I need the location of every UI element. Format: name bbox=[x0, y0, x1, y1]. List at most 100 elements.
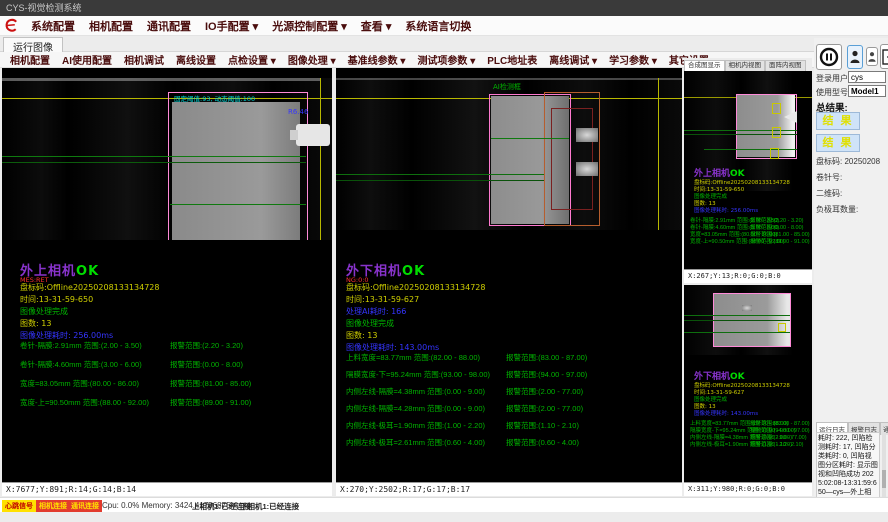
toolbar-button[interactable]: 图像处理 ▾ bbox=[282, 56, 342, 67]
reel-code-row: 盘标码: 20250208 bbox=[816, 156, 880, 167]
alarm-range: 报警范围:(0.60 - 4.00) bbox=[506, 437, 579, 454]
measurement-row: 宽度=83.05mm 范围:(80.00 - 86.00)报警范围:(81.00… bbox=[690, 230, 810, 237]
menu-item[interactable]: IO手配置 ▾ bbox=[198, 21, 265, 33]
ai-box-label: AI检测框 bbox=[493, 82, 521, 92]
pause-button[interactable] bbox=[816, 44, 842, 70]
toolbar-button[interactable]: 离线设置 bbox=[170, 56, 222, 67]
measurement-row: 内侧左线-隔膜=4.28mm 范围:(0.00 - 9.00)报警范围:(2.0… bbox=[346, 403, 678, 420]
exit-button[interactable] bbox=[880, 44, 888, 69]
elapsed-label: 图像处理耗时: 256.00ms bbox=[694, 206, 758, 214]
connector-clip-tail bbox=[290, 130, 298, 140]
measurement-list: 上料宽度=83.77mm 范围:(82.00 - 88.00)报警范围:(83.… bbox=[346, 352, 678, 454]
inspect-box-yellow-3 bbox=[770, 148, 779, 159]
menu-item[interactable]: 通讯配置 bbox=[140, 21, 198, 33]
process-status-label: 图像处理完成 bbox=[346, 318, 394, 329]
toolbar-button[interactable]: 离线调试 ▾ bbox=[543, 56, 603, 67]
measurement-value: 卷针-隔膜:4.60mm 范围:(3.00 - 6.00) bbox=[690, 223, 750, 230]
menu-item[interactable]: 相机配置 bbox=[82, 21, 140, 33]
comm-connect-badge: 通讯连接 bbox=[68, 500, 102, 512]
window-title: CYS-视觉检测系统 bbox=[6, 3, 82, 13]
menu-item[interactable]: 系统配置 bbox=[24, 21, 82, 33]
measurement-row: 内侧左线-极耳=2.61mm 范围:(0.60 - 4.00)报警范围:(0.6… bbox=[346, 437, 678, 454]
measurement-value: 内侧左线-极耳=2.61mm 范围:(0.60 - 4.00) bbox=[346, 437, 506, 454]
toolbar-button[interactable]: PLC地址表 bbox=[481, 56, 543, 67]
needle-number-label: 卷针号: bbox=[816, 172, 842, 183]
login-user-field[interactable] bbox=[848, 71, 886, 83]
pixel-coords-readout: X:267;Y:13;R:0;G:0;B:0 bbox=[684, 269, 812, 283]
process-status-label: 图像处理完成 bbox=[20, 306, 68, 317]
baseline-yellow-vertical bbox=[658, 78, 659, 230]
inspect-box-yellow-1 bbox=[772, 103, 781, 114]
status-bar: 心跳信号 相机连接 通讯连接 Cpu: 0.0% Memory: 3424.41… bbox=[0, 497, 888, 512]
measurement-value: 隔膜宽度-下=95.24mm 范围:(93.00 - 98.00) bbox=[346, 369, 506, 386]
measurement-row: 内侧左线-极耳=1.90mm 范围:(1.00 - 2.20)报警范围:(1.1… bbox=[346, 420, 678, 437]
baseline-yellow-vertical bbox=[320, 78, 321, 240]
image-top-strip bbox=[2, 78, 320, 81]
measurement-row: 隔膜宽度-下=95.24mm 范围:(93.00 - 98.00)报警范围:(9… bbox=[346, 369, 678, 386]
toolbar-button[interactable]: 学习参数 ▾ bbox=[603, 56, 663, 67]
measurement-list: 卷针-隔膜:2.91mm 范围:(2.00 - 3.50)报警范围:(2.20 … bbox=[690, 216, 810, 244]
toolbar-button[interactable]: 点检设置 ▾ bbox=[222, 56, 282, 67]
measure-line-green-3 bbox=[170, 204, 306, 205]
measurement-row: 内侧左线-隔膜=4.38mm 范围:(0.00 - 9.00)报警范围:(2.0… bbox=[690, 433, 810, 440]
toolbar-button[interactable]: 测试项参数 ▾ bbox=[411, 56, 481, 67]
metal-tab-spot bbox=[742, 305, 752, 311]
pixel-coords-readout: X:311;Y:980;R:0;G:0;B:0 bbox=[684, 482, 812, 496]
toolbar-button[interactable]: 相机配置 bbox=[4, 56, 56, 67]
alarm-range: 报警范围:(2.20 - 3.20) bbox=[750, 216, 804, 223]
menu-items: 系统配置相机配置通讯配置IO手配置 ▾光源控制配置 ▾查看 ▾系统语言切换 bbox=[24, 17, 478, 35]
negative-tab-count-label: 负极耳数量: bbox=[816, 204, 858, 215]
measurement-value: 内侧左线-极耳=1.90mm 范围:(1.00 - 2.20) bbox=[346, 420, 506, 437]
barcode-label: 盘标码:Offline20250208133134728 bbox=[346, 282, 485, 293]
measurement-row: 上料宽度=83.77mm 范围:(82.00 - 88.00)报警范围:(83.… bbox=[690, 419, 810, 426]
log-scrollbar[interactable] bbox=[882, 432, 886, 506]
measurement-value: 上料宽度=83.77mm 范围:(82.00 - 88.00) bbox=[690, 419, 750, 426]
measurement-list: 卷针-隔膜:2.91mm 范围:(2.00 - 3.50)报警范围:(2.20 … bbox=[20, 340, 328, 416]
toolbar-button[interactable]: 基准线参数 ▾ bbox=[342, 56, 412, 67]
measure-line-green-3 bbox=[491, 138, 569, 139]
camera-image-composite-2[interactable] bbox=[684, 285, 812, 355]
heartbeat-badge: 心跳信号 bbox=[2, 500, 36, 512]
measurement-value: 宽度=83.05mm 范围:(80.00 - 86.00) bbox=[690, 230, 750, 237]
camera-image-lower[interactable]: AI检测框 bbox=[336, 78, 682, 230]
right-view-tab[interactable]: 相机内视图 bbox=[725, 60, 766, 71]
user-mode-button-active[interactable] bbox=[847, 45, 863, 69]
user-switch-button[interactable] bbox=[866, 47, 878, 66]
reel-code-label: 盘标码: bbox=[816, 157, 842, 166]
alarm-range: 报警范围:(2.00 - 77.00) bbox=[506, 403, 583, 420]
alarm-range: 报警范围:(83.00 - 87.00) bbox=[750, 419, 810, 426]
measurement-row: 隔膜宽度-下=95.24mm 范围:(93.00 - 98.00)报警范围:(9… bbox=[690, 426, 810, 433]
measure-line-green-2 bbox=[336, 180, 544, 181]
menu-item[interactable]: 光源控制配置 ▾ bbox=[265, 21, 354, 33]
log-scrollbar-thumb[interactable] bbox=[882, 470, 886, 488]
right-view-tab[interactable]: 面阵内视图 bbox=[765, 60, 806, 71]
cell-region bbox=[737, 95, 795, 157]
user-icon bbox=[850, 50, 860, 64]
measurement-row: 卷针-隔膜:2.91mm 范围:(2.00 - 3.50)报警范围:(2.20 … bbox=[690, 216, 810, 223]
alarm-range: 报警范围:(1.10 - 2.10) bbox=[750, 440, 804, 447]
right-view-tab[interactable]: 合成图显示 bbox=[684, 60, 725, 71]
toolbar-button[interactable]: AI使用配置 bbox=[56, 56, 118, 67]
alarm-range: 报警范围:(81.00 - 85.00) bbox=[750, 230, 810, 237]
connector-clip bbox=[296, 124, 330, 146]
toolbar-button[interactable]: 相机调试 bbox=[118, 56, 170, 67]
camera-image-upper[interactable]: 固定阈值:93, 动态阈值:100 R6.46 bbox=[2, 78, 332, 240]
menu-item[interactable]: 系统语言切换 bbox=[398, 21, 478, 33]
alarm-range: 报警范围:(2.00 - 77.00) bbox=[506, 386, 583, 403]
measurement-value: 内侧左线-隔膜=4.38mm 范围:(0.00 - 9.00) bbox=[346, 386, 506, 403]
menu-item[interactable]: 查看 ▾ bbox=[354, 21, 399, 33]
inner-box-red bbox=[551, 108, 593, 210]
alarm-range: 报警范围:(0.00 - 8.00) bbox=[750, 223, 804, 230]
pause-icon bbox=[819, 47, 839, 67]
camera-connect-badge: 相机连接 bbox=[36, 500, 70, 512]
measurement-value: 卷针-隔膜:4.60mm 范围:(3.00 - 6.00) bbox=[20, 359, 170, 378]
reel-code-value: 20250208 bbox=[844, 157, 880, 166]
measurement-row: 宽度=83.05mm 范围:(80.00 - 86.00)报警范围:(81.00… bbox=[20, 378, 328, 397]
alarm-range: 报警范围:(0.00 - 8.00) bbox=[170, 359, 243, 378]
model-field[interactable] bbox=[848, 85, 886, 97]
alarm-range: 报警范围:(94.00 - 97.00) bbox=[750, 426, 810, 433]
metal-tab-spot-1 bbox=[576, 128, 598, 142]
alarm-range: 报警范围:(2.00 - 77.00) bbox=[750, 433, 807, 440]
measurement-value: 宽度-上=90.50mm 范围:(88.00 - 92.00) bbox=[20, 397, 170, 416]
measurement-value: 宽度=83.05mm 范围:(80.00 - 86.00) bbox=[20, 378, 170, 397]
